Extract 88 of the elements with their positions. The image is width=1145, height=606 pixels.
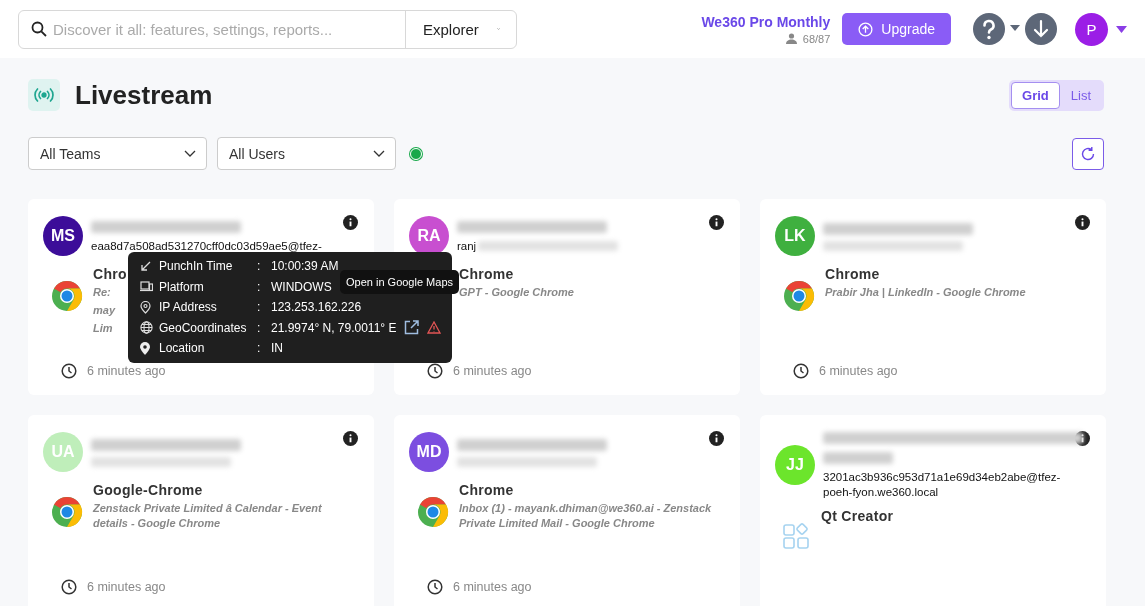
clock-icon [427, 363, 443, 379]
chrome-icon [51, 280, 83, 312]
last-seen: 6 minutes ago [453, 364, 532, 378]
globe-icon [140, 321, 153, 335]
pin-icon [140, 300, 151, 314]
pin-icon [140, 341, 150, 355]
window-title: Inbox (1) - mayank.dhiman@we360.ai - Zenstack Private Limited Mail - Google Chrome [459, 501, 713, 531]
download-icon[interactable] [1025, 13, 1057, 45]
broadcast-icon [28, 79, 60, 111]
window-title: may [93, 303, 117, 318]
user-email: ranj [457, 238, 477, 254]
online-status-dot [410, 147, 422, 160]
separator: : [257, 259, 262, 274]
search-field[interactable]: Discover it all: features, settings, reports... Explorer [18, 9, 517, 49]
app-name: Chrome [459, 266, 515, 282]
upgrade-button[interactable]: Upgrade [842, 13, 951, 45]
external-link-icon[interactable] [404, 320, 420, 336]
user-avatar: JJ [775, 445, 815, 485]
info-icon[interactable] [343, 431, 358, 446]
window-title: Re: [93, 285, 112, 300]
detail-label: Location [159, 341, 206, 356]
search-icon [31, 21, 47, 37]
view-tab[interactable]: List [1059, 81, 1102, 109]
team-dropdown[interactable]: All Teams [28, 137, 207, 170]
profile-avatar[interactable]: P [1075, 12, 1108, 46]
seat-count: 68/87 [802, 32, 831, 45]
detail-value: 10:00:39 AM [271, 259, 339, 274]
info-icon[interactable] [1075, 431, 1090, 446]
separator: : [257, 279, 262, 294]
user-avatar: LK [775, 216, 815, 256]
maps-tooltip: Open in Google Maps [340, 270, 459, 294]
separator: : [257, 341, 262, 356]
detail-label: PunchIn Time [159, 259, 234, 274]
chrome-icon [51, 496, 83, 528]
last-seen: 6 minutes ago [819, 364, 898, 378]
info-icon[interactable] [343, 215, 358, 230]
app-name: Chrome [825, 266, 881, 282]
last-seen: 6 minutes ago [87, 580, 166, 594]
info-icon[interactable] [709, 431, 724, 446]
caret-icon[interactable] [1116, 25, 1127, 33]
detail-label: IP Address [159, 300, 218, 315]
info-icon[interactable] [1075, 215, 1090, 230]
help-icon[interactable] [973, 13, 1021, 45]
separator: : [257, 320, 262, 335]
arrow-icon [140, 260, 152, 273]
window-title: Zenstack Private Limited â Calendar - Event details - Google Chrome [93, 501, 323, 531]
info-icon[interactable] [709, 215, 724, 230]
refresh-button[interactable] [1072, 137, 1104, 170]
explorer-dropdown[interactable]: Explorer [405, 10, 516, 48]
detail-value: 123.253.162.226 [271, 300, 362, 315]
chrome-icon [417, 496, 449, 528]
app-name: Chrome [459, 482, 515, 498]
last-seen: 6 minutes ago [87, 364, 166, 378]
warning-icon [427, 321, 442, 335]
chevron-icon [184, 149, 196, 158]
window-title: Lim [93, 321, 114, 336]
detail-value: WINDOWS [271, 279, 332, 294]
arrow-up-icon [858, 21, 874, 37]
view-tab[interactable]: Grid [1011, 81, 1060, 109]
page-title: Livestream [75, 79, 213, 111]
detail-label: GeoCoordinates [159, 320, 248, 335]
clock-icon [793, 363, 809, 379]
chevron-icon [373, 149, 385, 158]
detail-value: 21.9974° N, 79.0011° E [271, 320, 397, 335]
window-title: Prabir Jha | LinkedIn - Google Chrome [825, 285, 1026, 300]
user-email: 3201ac3b936c953d71a1e69d34eb2abe@tfez-poeh-fyon.we360.local [823, 470, 1062, 500]
person-icon [785, 33, 797, 44]
detail-label: Platform [159, 279, 205, 294]
app-name: Google-Chrome [93, 482, 204, 498]
window-title: GPT - Google Chrome [459, 285, 574, 300]
user-avatar: UA [43, 432, 83, 472]
app-name: Qt Creator [821, 508, 894, 524]
chrome-icon [783, 280, 815, 312]
clock-icon [61, 579, 77, 595]
user-email: eaa8d7a508ad531270cff0dc03d59ae5@tfez- [91, 238, 322, 254]
clock-icon [61, 363, 77, 379]
separator: : [257, 300, 262, 315]
clock-icon [427, 579, 443, 595]
last-seen: 6 minutes ago [453, 580, 532, 594]
plan-name: We360 Pro Monthly [701, 13, 831, 30]
apps-icon [783, 522, 811, 550]
refresh-icon [1080, 145, 1096, 162]
devices-icon [140, 281, 153, 293]
user-avatar: MS [43, 216, 83, 256]
user-dropdown[interactable]: All Users [217, 137, 396, 170]
detail-value: IN [271, 341, 283, 356]
app-name: Chro [93, 266, 127, 282]
user-avatar: MD [409, 432, 449, 472]
